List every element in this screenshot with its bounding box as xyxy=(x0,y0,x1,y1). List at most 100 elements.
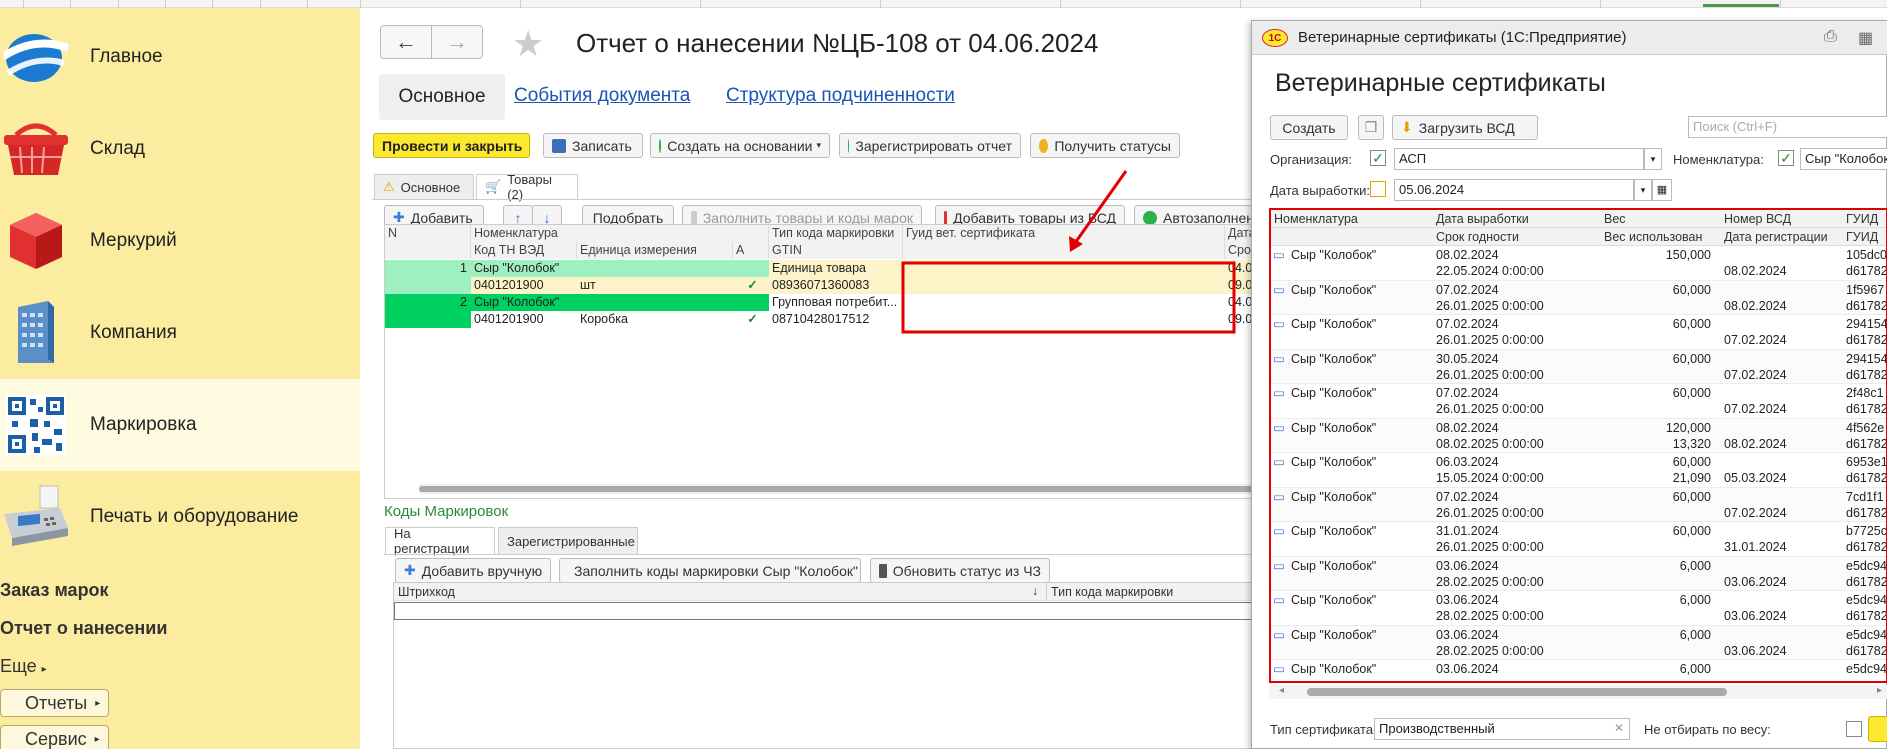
table-row[interactable]: Сыр "Колобок" ▭ 31.01.2024 26.01.2025 0:00… xyxy=(1271,522,1886,557)
sort-down-icon[interactable]: ↓ xyxy=(1032,584,1038,598)
cert-type-field[interactable]: Производственный xyxy=(1374,718,1630,740)
calculator-icon[interactable]: ▦ xyxy=(1858,28,1873,48)
table-row[interactable]: Сыр "Колобок" ▭ 07.02.2024 26.01.2025 0:00… xyxy=(1271,280,1886,315)
codes-tab-registered[interactable]: Зарегистрированные xyxy=(498,527,638,555)
subtab-goods[interactable]: 🛒 Товары (2) xyxy=(476,172,578,202)
add-manually-button[interactable]: ✚ Добавить вручную xyxy=(395,558,551,583)
create-button[interactable]: Создать xyxy=(1270,115,1348,140)
table-row[interactable]: Сыр "Колобок" ▭ 03.06.2024 28.02.2025 0:00… xyxy=(1271,556,1886,591)
column-header-code-type[interactable]: Тип кода маркировки xyxy=(1051,585,1173,599)
column-header-barcode[interactable]: Штрихкод xyxy=(398,585,455,599)
column-header-weight[interactable]: Вес xyxy=(1601,210,1721,228)
back-button[interactable]: ← xyxy=(380,25,432,59)
scroll-right-icon[interactable]: ▸ xyxy=(1877,685,1882,696)
load-vsd-button[interactable]: ⬇ Загрузить ВСД xyxy=(1392,115,1538,140)
column-header-vsd-number[interactable]: Номер ВСД xyxy=(1721,210,1843,228)
goods-horizontal-scrollbar[interactable] xyxy=(419,484,1255,494)
table-row[interactable]: 2 Сыр "Колобок" Групповая потребит... 04… xyxy=(385,294,1255,311)
column-header-n[interactable]: N xyxy=(385,225,471,242)
column-header-a[interactable]: A xyxy=(733,242,769,259)
save-button[interactable]: Записать xyxy=(543,133,643,158)
update-status-button[interactable]: Обновить статус из ЧЗ xyxy=(870,558,1050,583)
vet-horizontal-scrollbar[interactable]: ◂ ▸ xyxy=(1269,685,1887,699)
service-label: Сервис xyxy=(25,728,87,749)
clear-icon[interactable]: ✕ xyxy=(1614,721,1624,735)
table-row[interactable]: Сыр "Колобок" ▭ 30.05.2024 26.01.2025 0:00… xyxy=(1271,349,1886,384)
search-input[interactable]: Поиск (Ctrl+F) xyxy=(1688,116,1887,138)
forward-button[interactable]: → xyxy=(431,25,483,59)
row-checkbox[interactable]: ✓ xyxy=(733,311,769,328)
column-header-weight-used[interactable]: Вес использован xyxy=(1601,228,1721,246)
table-row-sub[interactable]: 0401201900 Коробка ✓ 08710428017512 09.0 xyxy=(385,311,1255,328)
table-row[interactable]: Сыр "Колобок" ▭ 08.02.2024 22.05.2024 0:00… xyxy=(1271,246,1886,281)
column-header-expiry[interactable]: Срок годности xyxy=(1433,228,1601,246)
vet-window-titlebar[interactable]: 1C Ветеринарные сертификаты (1С:Предприя… xyxy=(1252,21,1887,55)
column-header-production-date[interactable]: Дата выработки xyxy=(1433,210,1601,228)
table-row[interactable]: Сыр "Колобок" ▭ 07.02.2024 26.01.2025 0:00… xyxy=(1271,487,1886,522)
column-header-tnved[interactable]: Код ТН ВЭД xyxy=(471,242,577,259)
sidebar-item-warehouse[interactable]: Склад xyxy=(0,103,360,195)
organization-filter-checkbox[interactable]: ✓ xyxy=(1370,150,1386,166)
post-and-close-button[interactable]: Провести и закрыть xyxy=(373,133,530,158)
sidebar-item-main[interactable]: Главное xyxy=(0,11,360,103)
table-row[interactable]: Сыр "Колобок" ▭ 06.03.2024 15.05.2024 0:00… xyxy=(1271,453,1886,488)
favorite-star-icon[interactable]: ★ xyxy=(512,26,544,62)
cell-weight: 6,000 xyxy=(1679,558,1711,573)
column-header-vet-guid[interactable]: Гуид вет. сертификата xyxy=(903,225,1225,242)
table-row[interactable]: Сыр "Колобок" ▭ 07.02.2024 26.01.2025 0:00… xyxy=(1271,315,1886,350)
column-header-nomenclature[interactable]: Номенклатура xyxy=(471,225,769,242)
table-row[interactable]: Сыр "Колобок" ▭ 03.06.2024 6,000 e5dc94 xyxy=(1271,660,1886,681)
sidebar-item-marking[interactable]: Маркировка xyxy=(0,379,360,471)
fill-marking-codes-button[interactable]: Заполнить коды маркировки Сыр "Колобок" xyxy=(559,558,861,583)
cell-g1: 7cd1f1 xyxy=(1846,489,1884,504)
table-row-sub[interactable]: 0401201900 шт ✓ 08936071360083 09.0 xyxy=(385,277,1255,294)
table-row[interactable]: Сыр "Колобок" ▭ 03.06.2024 28.02.2025 0:00… xyxy=(1271,625,1886,660)
triangle-right-icon: ▸ xyxy=(41,664,47,675)
column-header-registration-date[interactable]: Дата регистрации xyxy=(1721,228,1843,246)
cell-date: 07.02.2024 xyxy=(1436,317,1499,331)
sidebar-item-mercury[interactable]: Меркурий xyxy=(0,195,360,287)
reports-button[interactable]: Отчеты ▸ xyxy=(0,689,110,717)
organization-field[interactable]: АСП xyxy=(1394,148,1644,170)
sidebar-command-order-marks[interactable]: Заказ марок xyxy=(0,580,109,601)
sidebar-item-print[interactable]: Печать и оборудование xyxy=(0,471,360,563)
column-header-guid-2[interactable]: ГУИД xyxy=(1843,228,1886,246)
subtab-main[interactable]: ⚠ Основное xyxy=(374,174,474,200)
scroll-left-icon[interactable]: ◂ xyxy=(1279,685,1284,696)
column-header-code-type[interactable]: Тип кода маркировки xyxy=(769,225,903,242)
table-row[interactable]: Сыр "Колобок" ▭ 08.02.2024 08.02.2025 0:00… xyxy=(1271,418,1886,453)
column-header-unit[interactable]: Единица измерения xyxy=(577,242,733,259)
tab-subordination-structure[interactable]: Структура подчиненности xyxy=(726,85,955,107)
column-header-guid[interactable]: ГУИД xyxy=(1843,210,1886,228)
nomenclature-filter-checkbox[interactable]: ✓ xyxy=(1778,150,1794,166)
table-row[interactable]: Сыр "Колобок" ▭ 03.06.2024 28.02.2025 0:00… xyxy=(1271,591,1886,626)
date-dropdown-button[interactable]: ▾ xyxy=(1634,179,1652,201)
column-header-gtin[interactable]: GTIN xyxy=(769,242,903,259)
codes-tab-on-registration[interactable]: На регистрации xyxy=(385,526,495,556)
column-header-nomenclature[interactable]: Номенклатура xyxy=(1271,210,1433,228)
chevron-down-icon: ▾ xyxy=(1640,185,1646,195)
nomenclature-field[interactable]: Сыр "Колобок" xyxy=(1800,148,1887,170)
copy-button[interactable]: ❐ xyxy=(1358,115,1384,140)
sidebar-command-application-report[interactable]: Отчет о нанесении xyxy=(0,618,167,639)
table-row[interactable]: Сыр "Колобок" ▭ 07.02.2024 26.01.2025 0:00… xyxy=(1271,384,1886,419)
organization-dropdown-button[interactable]: ▾ xyxy=(1644,148,1662,170)
row-checkbox[interactable]: ✓ xyxy=(733,277,769,294)
tab-main[interactable]: Основное xyxy=(379,74,505,120)
sidebar-item-company[interactable]: Компания xyxy=(0,287,360,379)
service-button[interactable]: Сервис ▸ xyxy=(0,725,109,749)
register-report-button[interactable]: Зарегистрировать отчет xyxy=(839,133,1021,158)
no-weight-filter-checkbox[interactable] xyxy=(1846,721,1862,737)
select-button[interactable] xyxy=(1868,716,1887,742)
table-row[interactable]: 1 Сыр "Колобок" Единица товара 04.0 xyxy=(385,260,1255,277)
row-vet-guid[interactable] xyxy=(903,294,1225,311)
calendar-button[interactable]: ▦ xyxy=(1652,179,1672,201)
production-date-filter-checkbox[interactable] xyxy=(1370,181,1386,197)
printer-icon[interactable]: ⎙ xyxy=(1824,28,1837,46)
tab-document-events[interactable]: События документа xyxy=(514,85,690,107)
production-date-field[interactable]: 05.06.2024 xyxy=(1394,179,1634,201)
sidebar-more-link[interactable]: Еще ▸ xyxy=(0,656,47,677)
create-based-on-button[interactable]: Создать на основании ▾ xyxy=(650,133,830,158)
get-statuses-button[interactable]: Получить статусы xyxy=(1030,133,1180,158)
row-vet-guid[interactable] xyxy=(903,260,1225,277)
